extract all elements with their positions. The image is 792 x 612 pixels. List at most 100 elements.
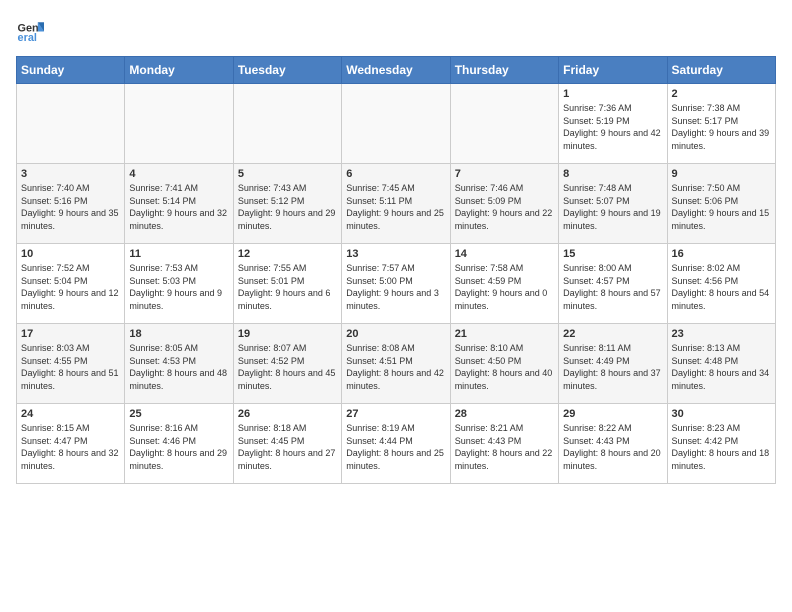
calendar-cell: 22 Sunrise: 8:11 AM Sunset: 4:49 PM Dayli… xyxy=(559,324,667,404)
calendar-cell: 11Sunrise: 7:53 AM Sunset: 5:03 PM Dayli… xyxy=(125,244,233,324)
calendar-cell: 4 Sunrise: 7:41 AM Sunset: 5:14 PM Daylig… xyxy=(125,164,233,244)
day-info: Sunrise: 8:18 AM Sunset: 4:45 PM Dayligh… xyxy=(238,422,337,472)
day-info: Sunrise: 7:40 AM Sunset: 5:16 PM Dayligh… xyxy=(21,182,120,232)
calendar-cell: 28 Sunrise: 8:21 AM Sunset: 4:43 PM Dayli… xyxy=(450,404,558,484)
day-info: Sunrise: 8:22 AM Sunset: 4:43 PM Dayligh… xyxy=(563,422,662,472)
day-info: Sunrise: 7:53 AM Sunset: 5:03 PM Dayligh… xyxy=(129,262,228,312)
calendar-cell: 15 Sunrise: 8:00 AM Sunset: 4:57 PM Dayli… xyxy=(559,244,667,324)
day-number: 4 xyxy=(129,168,228,180)
calendar-week-3: 10 Sunrise: 7:52 AM Sunset: 5:04 PM Dayli… xyxy=(17,244,776,324)
day-number: 10 xyxy=(21,248,120,260)
calendar-cell: 17 Sunrise: 8:03 AM Sunset: 4:55 PM Dayli… xyxy=(17,324,125,404)
day-number: 15 xyxy=(563,248,662,260)
calendar-cell: 25 Sunrise: 8:16 AM Sunset: 4:46 PM Dayli… xyxy=(125,404,233,484)
calendar-week-5: 24Sunrise: 8:15 AM Sunset: 4:47 PM Dayli… xyxy=(17,404,776,484)
calendar-cell xyxy=(233,84,341,164)
day-info: Sunrise: 8:00 AM Sunset: 4:57 PM Dayligh… xyxy=(563,262,662,312)
calendar-cell: 6Sunrise: 7:45 AM Sunset: 5:11 PM Daylig… xyxy=(342,164,450,244)
day-number: 14 xyxy=(455,248,554,260)
day-info: Sunrise: 8:10 AM Sunset: 4:50 PM Dayligh… xyxy=(455,342,554,392)
day-number: 13 xyxy=(346,248,445,260)
day-info: Sunrise: 8:07 AM Sunset: 4:52 PM Dayligh… xyxy=(238,342,337,392)
calendar-cell xyxy=(17,84,125,164)
day-number: 18 xyxy=(129,328,228,340)
calendar-cell: 10 Sunrise: 7:52 AM Sunset: 5:04 PM Dayli… xyxy=(17,244,125,324)
svg-text:eral: eral xyxy=(18,32,37,44)
day-header-wednesday: Wednesday xyxy=(342,57,450,84)
day-info: Sunrise: 8:21 AM Sunset: 4:43 PM Dayligh… xyxy=(455,422,554,472)
day-number: 7 xyxy=(455,168,554,180)
day-info: Sunrise: 8:13 AM Sunset: 4:48 PM Dayligh… xyxy=(672,342,771,392)
calendar-cell: 23 Sunrise: 8:13 AM Sunset: 4:48 PM Dayli… xyxy=(667,324,775,404)
calendar-cell: 21Sunrise: 8:10 AM Sunset: 4:50 PM Dayli… xyxy=(450,324,558,404)
calendar-cell: 1 Sunrise: 7:36 AM Sunset: 5:19 PM Daylig… xyxy=(559,84,667,164)
calendar-cell xyxy=(125,84,233,164)
logo: Gen eral xyxy=(16,16,48,44)
day-header-sunday: Sunday xyxy=(17,57,125,84)
day-header-friday: Friday xyxy=(559,57,667,84)
day-number: 9 xyxy=(672,168,771,180)
day-number: 27 xyxy=(346,408,445,420)
day-info: Sunrise: 7:43 AM Sunset: 5:12 PM Dayligh… xyxy=(238,182,337,232)
day-info: Sunrise: 7:52 AM Sunset: 5:04 PM Dayligh… xyxy=(21,262,120,312)
calendar-cell xyxy=(342,84,450,164)
day-header-saturday: Saturday xyxy=(667,57,775,84)
calendar-cell: 7 Sunrise: 7:46 AM Sunset: 5:09 PM Daylig… xyxy=(450,164,558,244)
calendar-cell: 14 Sunrise: 7:58 AM Sunset: 4:59 PM Dayli… xyxy=(450,244,558,324)
calendar-cell: 13 Sunrise: 7:57 AM Sunset: 5:00 PM Dayli… xyxy=(342,244,450,324)
logo-icon: Gen eral xyxy=(16,16,44,44)
calendar-header-row: SundayMondayTuesdayWednesdayThursdayFrid… xyxy=(17,57,776,84)
day-number: 28 xyxy=(455,408,554,420)
day-number: 26 xyxy=(238,408,337,420)
calendar-cell: 20 Sunrise: 8:08 AM Sunset: 4:51 PM Dayli… xyxy=(342,324,450,404)
calendar-cell: 16 Sunrise: 8:02 AM Sunset: 4:56 PM Dayli… xyxy=(667,244,775,324)
day-info: Sunrise: 8:23 AM Sunset: 4:42 PM Dayligh… xyxy=(672,422,771,472)
day-info: Sunrise: 7:46 AM Sunset: 5:09 PM Dayligh… xyxy=(455,182,554,232)
day-number: 16 xyxy=(672,248,771,260)
day-info: Sunrise: 7:55 AM Sunset: 5:01 PM Dayligh… xyxy=(238,262,337,312)
day-number: 12 xyxy=(238,248,337,260)
day-number: 3 xyxy=(21,168,120,180)
day-header-monday: Monday xyxy=(125,57,233,84)
day-info: Sunrise: 8:08 AM Sunset: 4:51 PM Dayligh… xyxy=(346,342,445,392)
day-info: Sunrise: 8:16 AM Sunset: 4:46 PM Dayligh… xyxy=(129,422,228,472)
day-info: Sunrise: 8:19 AM Sunset: 4:44 PM Dayligh… xyxy=(346,422,445,472)
calendar-cell: 29 Sunrise: 8:22 AM Sunset: 4:43 PM Dayli… xyxy=(559,404,667,484)
calendar-cell: 27 Sunrise: 8:19 AM Sunset: 4:44 PM Dayli… xyxy=(342,404,450,484)
day-info: Sunrise: 8:05 AM Sunset: 4:53 PM Dayligh… xyxy=(129,342,228,392)
calendar-week-1: 1 Sunrise: 7:36 AM Sunset: 5:19 PM Daylig… xyxy=(17,84,776,164)
day-info: Sunrise: 7:41 AM Sunset: 5:14 PM Dayligh… xyxy=(129,182,228,232)
day-info: Sunrise: 7:45 AM Sunset: 5:11 PM Dayligh… xyxy=(346,182,445,232)
day-info: Sunrise: 7:48 AM Sunset: 5:07 PM Dayligh… xyxy=(563,182,662,232)
calendar-cell: 26 Sunrise: 8:18 AM Sunset: 4:45 PM Dayli… xyxy=(233,404,341,484)
calendar-table: SundayMondayTuesdayWednesdayThursdayFrid… xyxy=(16,56,776,484)
day-number: 17 xyxy=(21,328,120,340)
day-number: 24 xyxy=(21,408,120,420)
day-info: Sunrise: 8:02 AM Sunset: 4:56 PM Dayligh… xyxy=(672,262,771,312)
calendar-cell: 8 Sunrise: 7:48 AM Sunset: 5:07 PM Daylig… xyxy=(559,164,667,244)
day-number: 8 xyxy=(563,168,662,180)
day-info: Sunrise: 8:11 AM Sunset: 4:49 PM Dayligh… xyxy=(563,342,662,392)
day-number: 22 xyxy=(563,328,662,340)
calendar-cell: 18 Sunrise: 8:05 AM Sunset: 4:53 PM Dayli… xyxy=(125,324,233,404)
day-info: Sunrise: 7:50 AM Sunset: 5:06 PM Dayligh… xyxy=(672,182,771,232)
day-info: Sunrise: 7:57 AM Sunset: 5:00 PM Dayligh… xyxy=(346,262,445,312)
calendar-week-2: 3 Sunrise: 7:40 AM Sunset: 5:16 PM Daylig… xyxy=(17,164,776,244)
day-number: 1 xyxy=(563,88,662,100)
day-number: 29 xyxy=(563,408,662,420)
day-number: 30 xyxy=(672,408,771,420)
calendar-cell: 5 Sunrise: 7:43 AM Sunset: 5:12 PM Daylig… xyxy=(233,164,341,244)
day-number: 20 xyxy=(346,328,445,340)
day-number: 5 xyxy=(238,168,337,180)
day-info: Sunrise: 7:58 AM Sunset: 4:59 PM Dayligh… xyxy=(455,262,554,312)
calendar-cell: 12 Sunrise: 7:55 AM Sunset: 5:01 PM Dayli… xyxy=(233,244,341,324)
calendar-cell: 30 Sunrise: 8:23 AM Sunset: 4:42 PM Dayli… xyxy=(667,404,775,484)
calendar-cell: 2Sunrise: 7:38 AM Sunset: 5:17 PM Daylig… xyxy=(667,84,775,164)
day-info: Sunrise: 8:03 AM Sunset: 4:55 PM Dayligh… xyxy=(21,342,120,392)
calendar-cell: 24Sunrise: 8:15 AM Sunset: 4:47 PM Dayli… xyxy=(17,404,125,484)
day-number: 25 xyxy=(129,408,228,420)
day-info: Sunrise: 7:36 AM Sunset: 5:19 PM Dayligh… xyxy=(563,102,662,152)
day-number: 2 xyxy=(672,88,771,100)
day-number: 23 xyxy=(672,328,771,340)
calendar-cell: 9 Sunrise: 7:50 AM Sunset: 5:06 PM Daylig… xyxy=(667,164,775,244)
